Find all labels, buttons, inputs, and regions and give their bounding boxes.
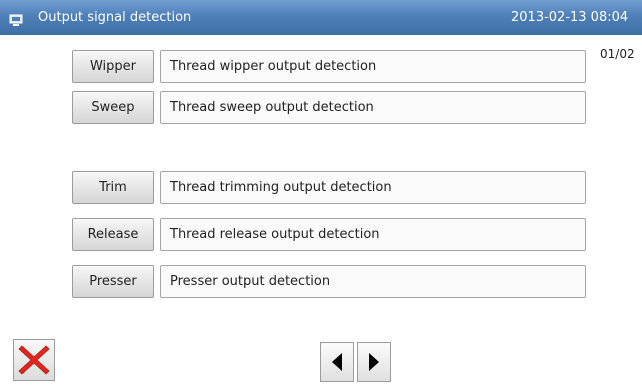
next-page-button[interactable]	[357, 342, 391, 382]
previous-page-button[interactable]	[320, 342, 354, 382]
page-title: Output signal detection	[38, 10, 192, 25]
arrow-right-icon	[369, 353, 379, 371]
wipper-button[interactable]: Wipper	[72, 50, 154, 83]
output-row-presser: Presser Presser output detection	[72, 265, 586, 298]
trim-description: Thread trimming output detection	[160, 171, 586, 204]
page-indicator: 01/02	[600, 47, 635, 61]
output-row-sweep: Sweep Thread sweep output detection	[72, 91, 586, 124]
datetime-display: 2013-02-13 08:04	[511, 10, 629, 25]
arrow-left-icon	[332, 353, 342, 371]
trim-button[interactable]: Trim	[72, 171, 154, 204]
close-button[interactable]	[13, 339, 55, 381]
close-icon	[18, 345, 50, 375]
output-row-trim: Trim Thread trimming output detection	[72, 171, 586, 204]
presser-button[interactable]: Presser	[72, 265, 154, 298]
release-description: Thread release output detection	[160, 218, 586, 251]
release-button[interactable]: Release	[72, 218, 154, 251]
sweep-button[interactable]: Sweep	[72, 91, 154, 124]
output-row-wipper: Wipper Thread wipper output detection	[72, 50, 586, 83]
monitor-icon	[9, 11, 23, 26]
sweep-description: Thread sweep output detection	[160, 91, 586, 124]
output-row-release: Release Thread release output detection	[72, 218, 586, 251]
wipper-description: Thread wipper output detection	[160, 50, 586, 83]
presser-description: Presser output detection	[160, 265, 586, 298]
title-bar: Output signal detection 2013-02-13 08:04	[0, 0, 642, 35]
